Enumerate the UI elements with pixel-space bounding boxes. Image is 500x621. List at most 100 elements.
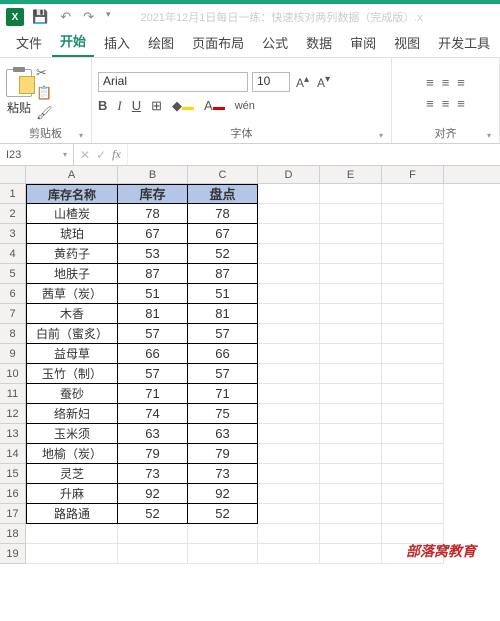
undo-icon[interactable]: ↶ (60, 9, 71, 25)
cell[interactable]: 52 (188, 504, 258, 524)
cell[interactable]: 黄药子 (26, 244, 118, 264)
phonetic-button[interactable]: wén (235, 100, 255, 112)
cell[interactable] (320, 204, 382, 224)
row-header[interactable]: 14 (0, 444, 26, 464)
column-header[interactable]: A (26, 166, 118, 183)
cell[interactable]: 52 (118, 504, 188, 524)
cell[interactable]: 升麻 (26, 484, 118, 504)
cell[interactable]: 53 (118, 244, 188, 264)
cell[interactable] (258, 324, 320, 344)
cell[interactable] (320, 244, 382, 264)
border-button[interactable]: ⊞ (151, 98, 162, 114)
align-bottom-icon[interactable]: ≡ (457, 75, 465, 90)
cell[interactable]: 63 (118, 424, 188, 444)
align-center-icon[interactable]: ≡ (442, 96, 450, 111)
tab-开始[interactable]: 开始 (52, 26, 94, 57)
cell[interactable]: 87 (118, 264, 188, 284)
row-header[interactable]: 11 (0, 384, 26, 404)
cell[interactable] (382, 224, 444, 244)
cell[interactable] (320, 544, 382, 564)
cell[interactable]: 木香 (26, 304, 118, 324)
cell[interactable] (258, 384, 320, 404)
cell[interactable] (258, 504, 320, 524)
font-name-select[interactable]: Arial (98, 72, 248, 92)
cell[interactable] (258, 304, 320, 324)
cell[interactable] (320, 324, 382, 344)
cell[interactable] (382, 384, 444, 404)
row-header[interactable]: 9 (0, 344, 26, 364)
tab-开发工具[interactable]: 开发工具 (430, 28, 498, 57)
row-header[interactable]: 4 (0, 244, 26, 264)
cell[interactable]: 92 (118, 484, 188, 504)
cell[interactable] (26, 544, 118, 564)
cell[interactable] (320, 344, 382, 364)
select-all-corner[interactable] (0, 166, 26, 183)
tab-公式[interactable]: 公式 (254, 28, 296, 57)
cell[interactable] (382, 464, 444, 484)
cell[interactable]: 52 (188, 244, 258, 264)
cell[interactable] (320, 444, 382, 464)
cell[interactable] (320, 304, 382, 324)
name-box[interactable]: I23 ▾ (0, 144, 74, 165)
cell[interactable] (258, 464, 320, 484)
cell[interactable]: 71 (188, 384, 258, 404)
cell[interactable]: 络新妇 (26, 404, 118, 424)
format-painter-icon[interactable]: 🖌 (36, 105, 53, 121)
cell[interactable] (382, 364, 444, 384)
cell[interactable]: 茜草（炭） (26, 284, 118, 304)
cell[interactable]: 路路通 (26, 504, 118, 524)
row-header[interactable]: 3 (0, 224, 26, 244)
cell[interactable] (382, 284, 444, 304)
cell[interactable] (258, 364, 320, 384)
cell[interactable]: 75 (188, 404, 258, 424)
column-header[interactable]: E (320, 166, 382, 183)
cell[interactable] (382, 184, 444, 204)
cell[interactable]: 57 (118, 364, 188, 384)
cell[interactable] (382, 204, 444, 224)
cut-icon[interactable]: ✂ (36, 65, 53, 81)
cell[interactable] (258, 524, 320, 544)
cell[interactable] (320, 284, 382, 304)
align-top-icon[interactable]: ≡ (426, 75, 434, 90)
fill-color-button[interactable]: ◆ (172, 98, 194, 114)
row-header[interactable]: 5 (0, 264, 26, 284)
cell[interactable]: 87 (188, 264, 258, 284)
cell[interactable] (258, 484, 320, 504)
spreadsheet-grid[interactable]: ABCDEF 1库存名称库存盘点2山楂炭78783琥珀67674黄药子53525… (0, 166, 500, 564)
row-header[interactable]: 16 (0, 484, 26, 504)
cell[interactable] (320, 364, 382, 384)
copy-icon[interactable]: 📋 (36, 85, 53, 101)
row-header[interactable]: 19 (0, 544, 26, 564)
cell[interactable]: 57 (118, 324, 188, 344)
cell[interactable] (320, 224, 382, 244)
cell[interactable] (188, 524, 258, 544)
column-header[interactable]: D (258, 166, 320, 183)
cell[interactable]: 81 (188, 304, 258, 324)
decrease-font-icon[interactable]: A▾ (315, 74, 332, 90)
cell[interactable]: 67 (188, 224, 258, 244)
cell[interactable]: 白前（蜜炙） (26, 324, 118, 344)
cell[interactable] (188, 544, 258, 564)
cell[interactable]: 地肤子 (26, 264, 118, 284)
enter-icon[interactable]: ✓ (96, 148, 106, 162)
row-header[interactable]: 1 (0, 184, 26, 204)
cell[interactable] (258, 284, 320, 304)
align-left-icon[interactable]: ≡ (426, 96, 434, 111)
row-header[interactable]: 13 (0, 424, 26, 444)
cell[interactable] (382, 264, 444, 284)
font-color-button[interactable]: A (204, 98, 225, 113)
formula-input[interactable] (128, 144, 500, 165)
cell[interactable] (258, 344, 320, 364)
cell[interactable]: 盘点 (188, 184, 258, 204)
cell[interactable]: 92 (188, 484, 258, 504)
cell[interactable] (382, 404, 444, 424)
italic-button[interactable]: I (117, 98, 121, 114)
name-box-dropdown-icon[interactable]: ▾ (63, 150, 67, 159)
cell[interactable] (118, 524, 188, 544)
cell[interactable]: 琥珀 (26, 224, 118, 244)
cell[interactable]: 库存名称 (26, 184, 118, 204)
cell[interactable]: 73 (188, 464, 258, 484)
cell[interactable] (258, 404, 320, 424)
cell[interactable] (382, 324, 444, 344)
cell[interactable]: 67 (118, 224, 188, 244)
